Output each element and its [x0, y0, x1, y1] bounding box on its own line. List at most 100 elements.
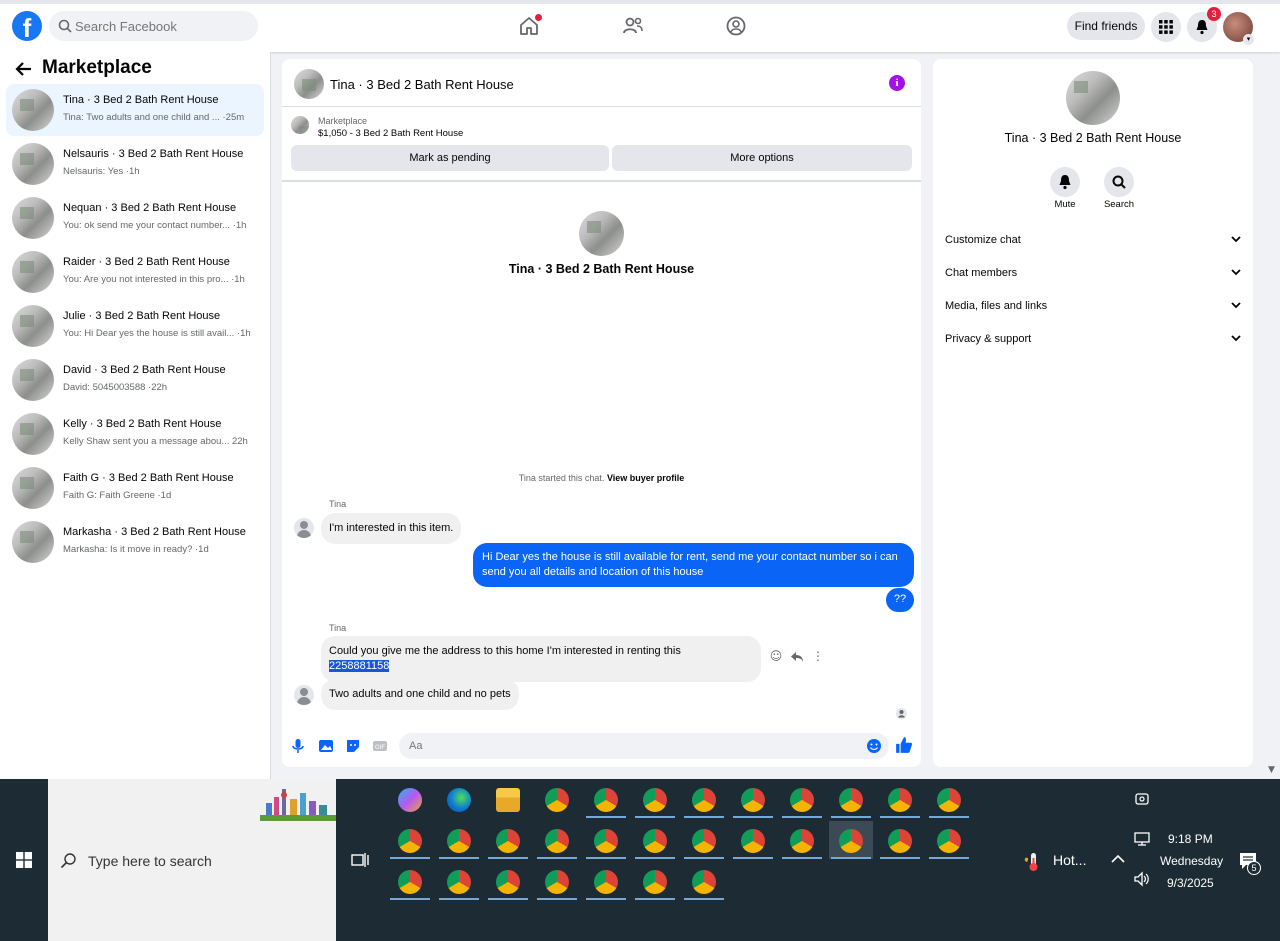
- outgoing-message[interactable]: Hi Dear yes the house is still available…: [473, 543, 914, 587]
- chrome-icon[interactable]: [545, 788, 569, 812]
- chrome-profile-icon[interactable]: [839, 788, 863, 812]
- volume-icon[interactable]: [1133, 871, 1151, 887]
- chrome-profile-icon[interactable]: [643, 870, 667, 894]
- emoji-icon[interactable]: [866, 738, 882, 754]
- chrome-profile-icon[interactable]: [594, 788, 618, 812]
- chrome-profile-icon[interactable]: [594, 870, 618, 894]
- file-explorer-icon[interactable]: [496, 788, 520, 812]
- chrome-profile-icon[interactable]: [447, 829, 471, 853]
- chat-title[interactable]: Tina · 3 Bed 2 Bath Rent House: [330, 77, 514, 92]
- thread-item[interactable]: Markasha · 3 Bed 2 Bath Rent House Marka…: [6, 516, 264, 568]
- thread-item[interactable]: Tina · 3 Bed 2 Bath Rent House Tina: Two…: [6, 84, 264, 136]
- chat-details-panel: Tina · 3 Bed 2 Bath Rent House Mute Sear…: [933, 59, 1253, 767]
- mark-pending-button[interactable]: Mark as pending: [291, 145, 609, 171]
- thread-item[interactable]: Kelly · 3 Bed 2 Bath Rent House Kelly Sh…: [6, 408, 264, 460]
- chrome-profile-icon[interactable]: [496, 870, 520, 894]
- grid-menu-icon: [1159, 20, 1173, 34]
- chrome-profile-icon[interactable]: [496, 829, 520, 853]
- chrome-profile-icon[interactable]: [839, 829, 863, 853]
- reply-icon[interactable]: [790, 649, 804, 663]
- clock-day[interactable]: Wednesday: [1160, 854, 1223, 868]
- copilot-icon[interactable]: [398, 788, 422, 812]
- photo-icon[interactable]: [318, 738, 334, 754]
- find-friends-button[interactable]: Find friends: [1067, 12, 1145, 40]
- more-vertical-icon[interactable]: ⋮: [811, 649, 825, 663]
- weather-thermometer-icon[interactable]: [1022, 851, 1044, 873]
- chrome-profile-icon[interactable]: [937, 788, 961, 812]
- chrome-profile-icon[interactable]: [643, 829, 667, 853]
- edge-icon[interactable]: [447, 788, 471, 812]
- customize-chat-row[interactable]: Customize chat: [945, 231, 1241, 251]
- sticker-icon[interactable]: [345, 738, 361, 754]
- facebook-search[interactable]: [49, 11, 258, 41]
- chrome-profile-icon[interactable]: [888, 829, 912, 853]
- chrome-profile-icon[interactable]: [545, 829, 569, 853]
- thread-item[interactable]: Faith G · 3 Bed 2 Bath Rent House Faith …: [6, 462, 264, 514]
- back-arrow-icon[interactable]: [14, 60, 34, 78]
- clock-date[interactable]: 9/3/2025: [1167, 876, 1214, 890]
- chrome-profile-icon[interactable]: [594, 829, 618, 853]
- chrome-profile-icon[interactable]: [398, 829, 422, 853]
- microphone-icon[interactable]: [290, 738, 306, 754]
- menu-button[interactable]: [1151, 12, 1181, 42]
- meet-now-icon[interactable]: [1135, 791, 1149, 807]
- react-emoji-icon[interactable]: ☺: [769, 649, 783, 663]
- chrome-profile-icon[interactable]: [545, 870, 569, 894]
- search-input[interactable]: [75, 11, 250, 41]
- clock-time[interactable]: 9:18 PM: [1168, 832, 1213, 846]
- chat-avatar[interactable]: [294, 69, 324, 99]
- row-label: Customize chat: [945, 234, 1021, 246]
- message-input[interactable]: [399, 733, 889, 759]
- chrome-profile-icon[interactable]: [447, 870, 471, 894]
- chrome-profile-icon[interactable]: [741, 829, 765, 853]
- incoming-message[interactable]: Could you give me the address to this ho…: [321, 636, 761, 682]
- task-view-icon[interactable]: [351, 852, 369, 868]
- chrome-profile-icon[interactable]: [888, 788, 912, 812]
- media-files-links-row[interactable]: Media, files and links: [945, 297, 1241, 317]
- facebook-logo[interactable]: f: [12, 11, 42, 41]
- search-in-chat-button[interactable]: [1104, 167, 1134, 197]
- search-highlight-city-icon[interactable]: [260, 781, 336, 821]
- chrome-profile-icon[interactable]: [937, 829, 961, 853]
- listing-thumbnail[interactable]: [291, 116, 309, 134]
- svg-text:GIF: GIF: [375, 745, 385, 751]
- chrome-profile-icon[interactable]: [643, 788, 667, 812]
- thread-preview: Nelsauris: Yes ·1h: [63, 166, 140, 177]
- chevron-down-icon[interactable]: ▾: [1243, 34, 1254, 45]
- chat-members-row[interactable]: Chat members: [945, 264, 1241, 284]
- thread-name: Markasha · 3 Bed 2 Bath Rent House: [63, 526, 246, 538]
- gif-icon[interactable]: GIF: [372, 738, 388, 754]
- thread-item[interactable]: Julie · 3 Bed 2 Bath Rent House You: Hi …: [6, 300, 264, 352]
- incoming-message[interactable]: Two adults and one child and no pets: [321, 679, 519, 710]
- chrome-profile-icon[interactable]: [790, 829, 814, 853]
- network-icon[interactable]: [1134, 832, 1150, 846]
- thread-item[interactable]: Nelsauris · 3 Bed 2 Bath Rent House Nels…: [6, 138, 264, 190]
- incoming-message[interactable]: I'm interested in this item.: [321, 513, 462, 544]
- chevron-up-icon[interactable]: [1111, 854, 1125, 864]
- view-buyer-profile-link[interactable]: View buyer profile: [607, 473, 684, 483]
- thread-item[interactable]: Nequan · 3 Bed 2 Bath Rent House You: ok…: [6, 192, 264, 244]
- scroll-down-arrow-icon[interactable]: ▼: [1268, 765, 1275, 775]
- thumbs-up-icon[interactable]: [895, 736, 913, 754]
- windows-start-icon[interactable]: [16, 852, 32, 868]
- more-options-button[interactable]: More options: [612, 145, 912, 171]
- conversation-title: Tina · 3 Bed 2 Bath Rent House: [508, 262, 695, 276]
- chrome-profile-icon[interactable]: [692, 829, 716, 853]
- chrome-profile-icon[interactable]: [692, 788, 716, 812]
- thread-item[interactable]: Raider · 3 Bed 2 Bath Rent House You: Ar…: [6, 246, 264, 298]
- info-icon[interactable]: i: [889, 75, 905, 91]
- thread-item[interactable]: David · 3 Bed 2 Bath Rent House David: 5…: [6, 354, 264, 406]
- privacy-support-row[interactable]: Privacy & support: [945, 330, 1241, 350]
- weather-text[interactable]: Hot...: [1053, 852, 1086, 868]
- chrome-profile-icon[interactable]: [790, 788, 814, 812]
- home-notification-dot: [535, 14, 542, 21]
- chrome-profile-icon[interactable]: [692, 870, 716, 894]
- outgoing-message[interactable]: ??: [886, 588, 914, 612]
- friends-icon[interactable]: [620, 13, 646, 39]
- groups-icon[interactable]: [723, 13, 749, 39]
- highlighted-phone-number[interactable]: 2258881158: [329, 660, 390, 672]
- chrome-profile-icon[interactable]: [741, 788, 765, 812]
- chrome-profile-icon[interactable]: [398, 870, 422, 894]
- listing-price[interactable]: $1,050 - 3 Bed 2 Bath Rent House: [318, 128, 463, 139]
- mute-button[interactable]: [1050, 167, 1080, 197]
